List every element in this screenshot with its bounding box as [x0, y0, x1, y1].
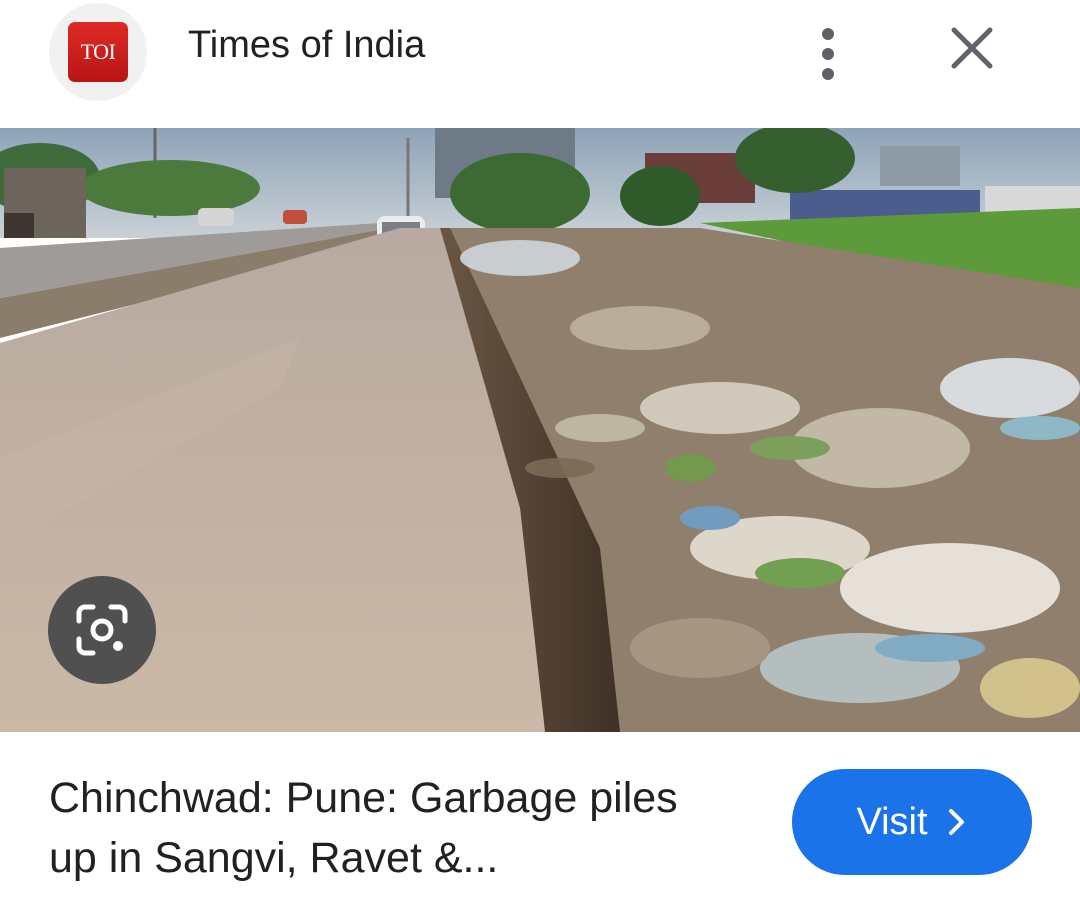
- source-name[interactable]: Times of India: [188, 24, 425, 67]
- close-button[interactable]: [944, 20, 1000, 76]
- google-lens-icon: [76, 604, 128, 656]
- visit-button[interactable]: Visit: [792, 769, 1032, 875]
- result-header: TOI Times of India: [0, 0, 1080, 128]
- more-vert-icon: [822, 28, 834, 40]
- result-image[interactable]: [0, 128, 1080, 732]
- source-logo[interactable]: TOI: [49, 3, 147, 101]
- roadside-garbage-photo: [0, 128, 1080, 732]
- chevron-right-icon: [948, 809, 964, 835]
- result-title[interactable]: Chinchwad: Pune: Garbage piles up in San…: [49, 768, 689, 888]
- lens-search-button[interactable]: [48, 576, 156, 684]
- more-vert-icon-dot: [822, 48, 834, 60]
- visit-label: Visit: [856, 800, 928, 843]
- toi-logo: TOI: [68, 22, 128, 82]
- more-options-button[interactable]: [806, 20, 850, 84]
- more-vert-icon-dot: [822, 68, 834, 80]
- close-icon: [951, 27, 993, 69]
